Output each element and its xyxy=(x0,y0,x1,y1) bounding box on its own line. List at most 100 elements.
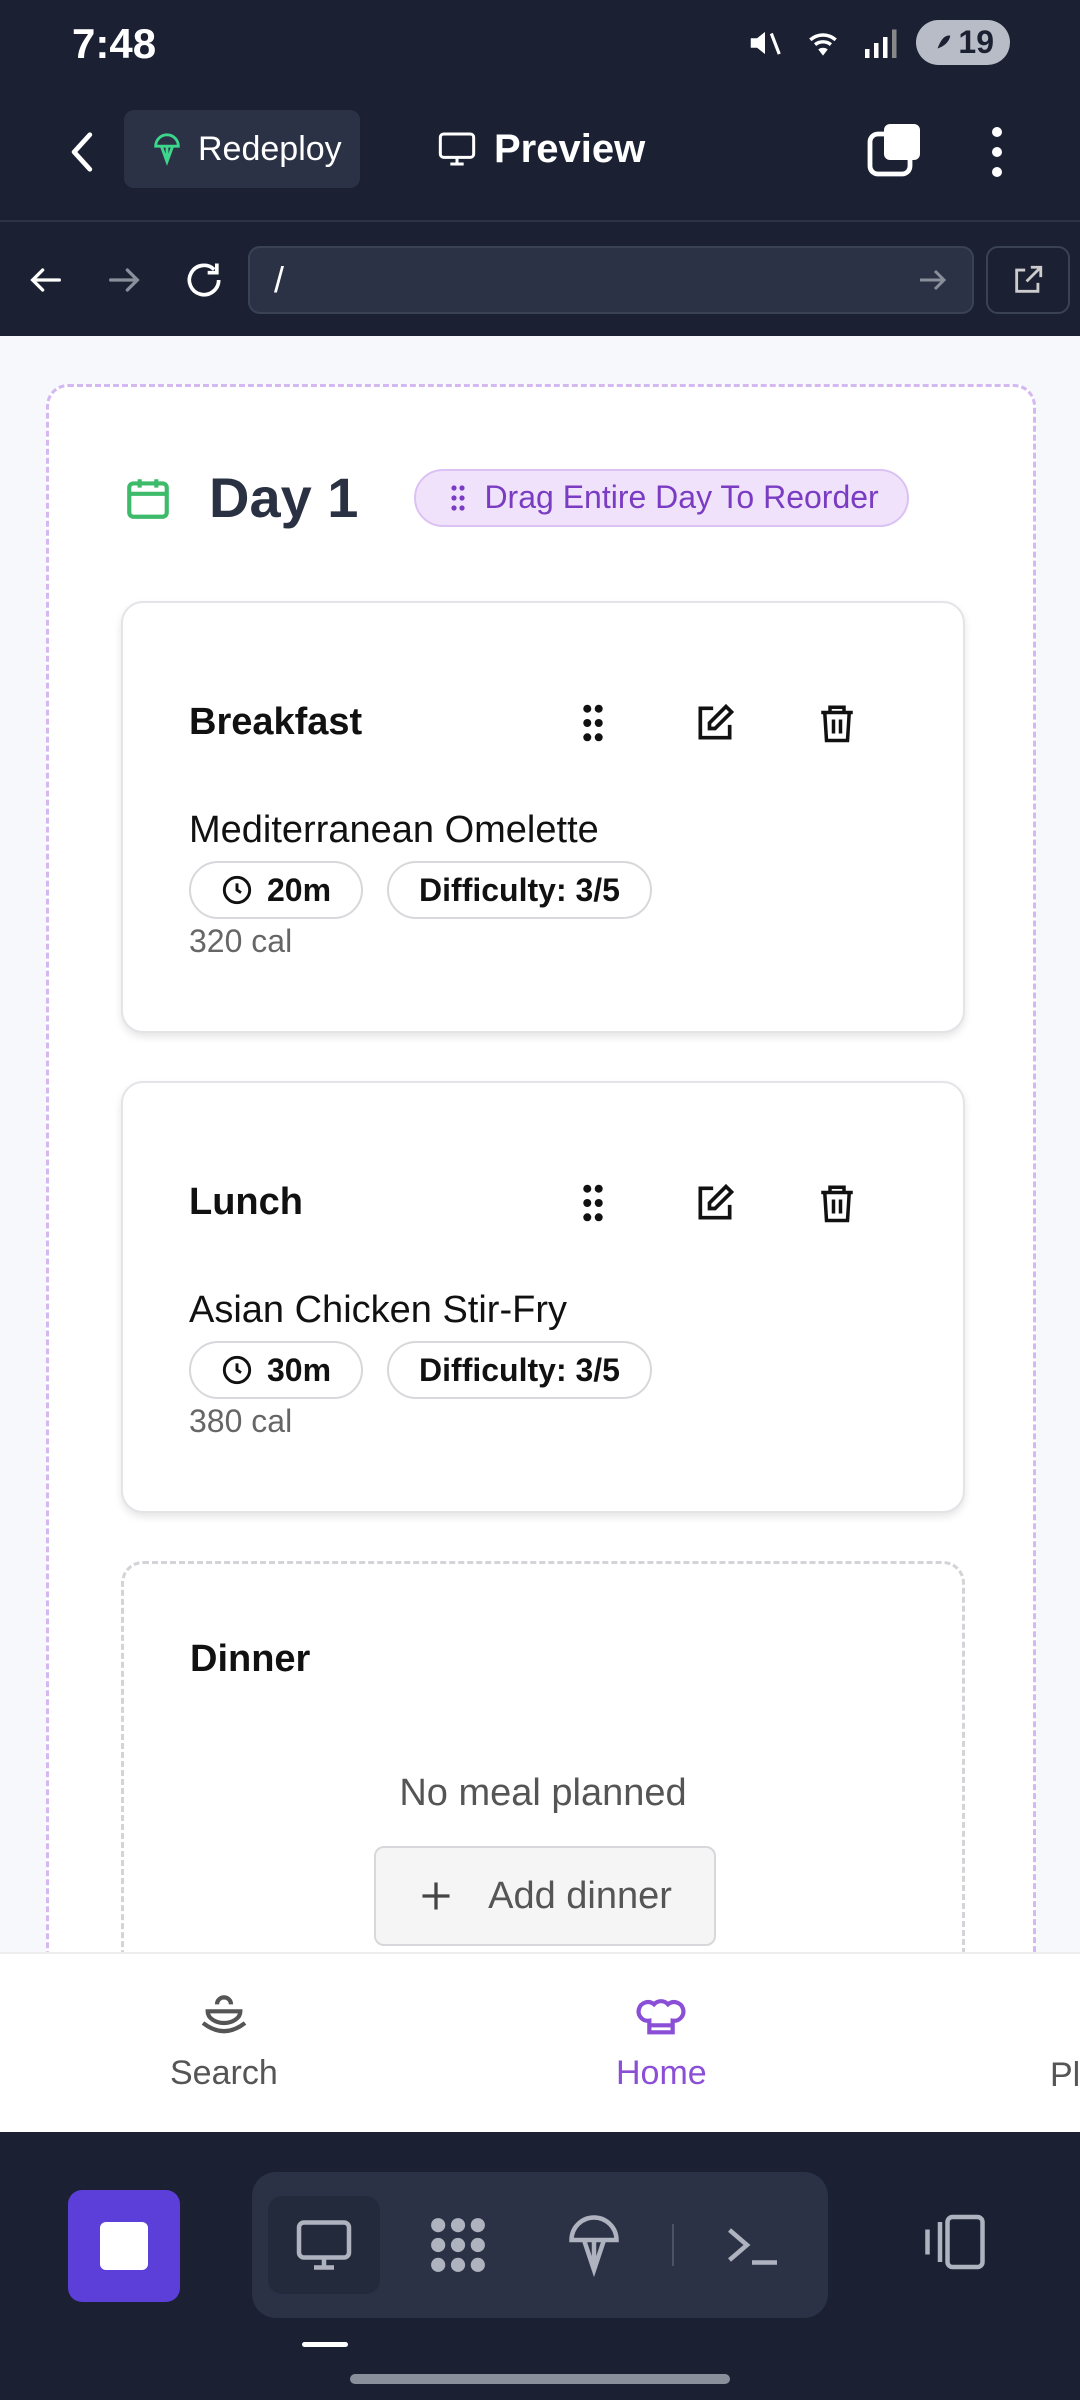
url-text: / xyxy=(274,259,285,300)
difficulty-chip: Difficulty: 3/5 xyxy=(387,1341,652,1399)
edit-icon xyxy=(698,1183,735,1220)
time-value: 30m xyxy=(267,1351,332,1388)
nav-partial-label: Pl xyxy=(1050,2056,1080,2094)
dock-tool-group xyxy=(252,2172,828,2318)
redeploy-icon xyxy=(154,133,180,166)
search-dish-icon xyxy=(201,1995,247,2034)
home-indicator[interactable] xyxy=(350,2374,730,2384)
browser-forward-button[interactable] xyxy=(96,252,152,308)
pattern-icon xyxy=(431,2218,485,2272)
drag-handle-icon xyxy=(583,1184,603,1222)
card-actions xyxy=(563,1173,867,1233)
edit-button[interactable] xyxy=(685,1173,745,1233)
day-container[interactable]: Day 1 Drag Entire Day To Reorder Breakfa… xyxy=(46,384,1036,1952)
back-icon xyxy=(71,132,93,172)
grip-icon xyxy=(451,484,466,511)
reload-icon xyxy=(187,263,221,297)
open-external-button[interactable] xyxy=(986,246,1070,314)
status-time: 7:48 xyxy=(72,20,157,67)
calories: 380 cal xyxy=(189,1403,293,1439)
edit-button[interactable] xyxy=(685,693,745,753)
tabs-button[interactable] xyxy=(866,120,930,184)
split-view-icon xyxy=(925,2214,985,2270)
clock-icon xyxy=(222,1355,252,1385)
monitor-icon xyxy=(438,132,476,166)
reload-button[interactable] xyxy=(176,252,232,308)
meal-chips: 30m Difficulty: 3/5 xyxy=(189,1341,652,1399)
calendar-icon xyxy=(127,478,169,519)
arrow-left-icon xyxy=(30,268,61,292)
time-value: 20m xyxy=(267,871,332,908)
delete-button[interactable] xyxy=(807,693,867,753)
web-content: Day 1 Drag Entire Day To Reorder Breakfa… xyxy=(0,336,1080,1952)
day-header: Day 1 Drag Entire Day To Reorder xyxy=(123,465,909,530)
difficulty-value: Difficulty: 3/5 xyxy=(419,1351,620,1388)
active-tab-indicator xyxy=(302,2342,348,2347)
nav-home-label: Home xyxy=(616,2054,707,2092)
meal-name: Asian Chicken Stir-Fry xyxy=(189,1289,567,1331)
drag-day-label: Drag Entire Day To Reorder xyxy=(484,479,879,515)
url-input[interactable]: / xyxy=(248,246,974,314)
battery-indicator: 19 xyxy=(916,20,1010,65)
meal-card-lunch[interactable]: Lunch Asian Chicken Stir-Fry 30m Difficu… xyxy=(121,1081,965,1513)
drag-handle-button[interactable] xyxy=(563,1173,623,1233)
pattern-button[interactable] xyxy=(402,2196,514,2294)
add-dinner-button[interactable]: Add dinner xyxy=(374,1846,716,1946)
go-arrow-icon[interactable] xyxy=(914,262,950,298)
meal-card-breakfast[interactable]: Breakfast Mediterranean Omelette 20m Dif… xyxy=(121,601,965,1033)
stop-button[interactable] xyxy=(68,2190,180,2302)
drag-day-handle[interactable]: Drag Entire Day To Reorder xyxy=(414,468,909,527)
more-icon-dot xyxy=(992,127,1002,137)
meal-type: Dinner xyxy=(190,1638,311,1680)
network-button[interactable] xyxy=(538,2196,650,2294)
back-button[interactable] xyxy=(52,122,112,182)
mute-icon xyxy=(751,31,782,55)
split-view-button[interactable] xyxy=(920,2212,990,2277)
calories: 320 cal xyxy=(189,923,293,959)
no-meal-text: No meal planned xyxy=(399,1772,687,1814)
url-bar: / xyxy=(0,224,1080,336)
terminal-icon xyxy=(728,2228,777,2265)
trash-icon xyxy=(821,705,853,743)
delete-button[interactable] xyxy=(807,1173,867,1233)
bottom-nav: Search Home Pl xyxy=(0,1952,1080,2132)
meal-chips: 20m Difficulty: 3/5 xyxy=(189,861,652,919)
tabs-icon xyxy=(867,124,920,177)
arrow-right-icon xyxy=(109,268,140,292)
battery-saver-icon xyxy=(937,34,951,48)
card-actions xyxy=(563,693,867,753)
signal-icon xyxy=(865,29,897,58)
desktop-view-button[interactable] xyxy=(268,2196,380,2294)
nav-search-label: Search xyxy=(170,2054,278,2092)
battery-level: 19 xyxy=(958,24,994,60)
day-title: Day 1 xyxy=(209,466,359,529)
time-chip: 30m xyxy=(189,1341,364,1399)
network-icon xyxy=(569,2215,619,2278)
stop-icon xyxy=(100,2222,148,2270)
plus-icon xyxy=(422,1882,450,1910)
more-icon-dot xyxy=(992,167,1002,177)
preview-button[interactable]: Preview xyxy=(436,110,645,188)
browser-back-button[interactable] xyxy=(18,252,74,308)
nav-partial[interactable]: Pl xyxy=(1050,2056,1080,2095)
add-dinner-label: Add dinner xyxy=(488,1874,672,1917)
redeploy-button[interactable]: Redeploy xyxy=(124,110,360,188)
wifi-icon xyxy=(809,32,838,56)
meal-card-dinner: Dinner No meal planned Add dinner xyxy=(121,1561,965,1952)
time-chip: 20m xyxy=(189,861,364,919)
drag-handle-button[interactable] xyxy=(563,693,623,753)
meal-type: Breakfast xyxy=(189,701,363,743)
more-options-button[interactable] xyxy=(972,120,1022,184)
desktop-icon xyxy=(296,2220,352,2270)
terminal-button[interactable] xyxy=(696,2196,808,2294)
redeploy-label: Redeploy xyxy=(198,129,342,168)
nav-search[interactable]: Search xyxy=(170,1988,278,2093)
trash-icon xyxy=(821,1185,853,1223)
chef-hat-icon xyxy=(636,1999,686,2035)
meal-name: Mediterranean Omelette xyxy=(189,809,599,851)
drag-handle-icon xyxy=(583,704,603,742)
nav-home[interactable]: Home xyxy=(616,1988,707,2093)
edit-icon xyxy=(698,703,735,740)
meal-type: Lunch xyxy=(189,1181,303,1223)
more-icon-dot xyxy=(992,147,1002,157)
